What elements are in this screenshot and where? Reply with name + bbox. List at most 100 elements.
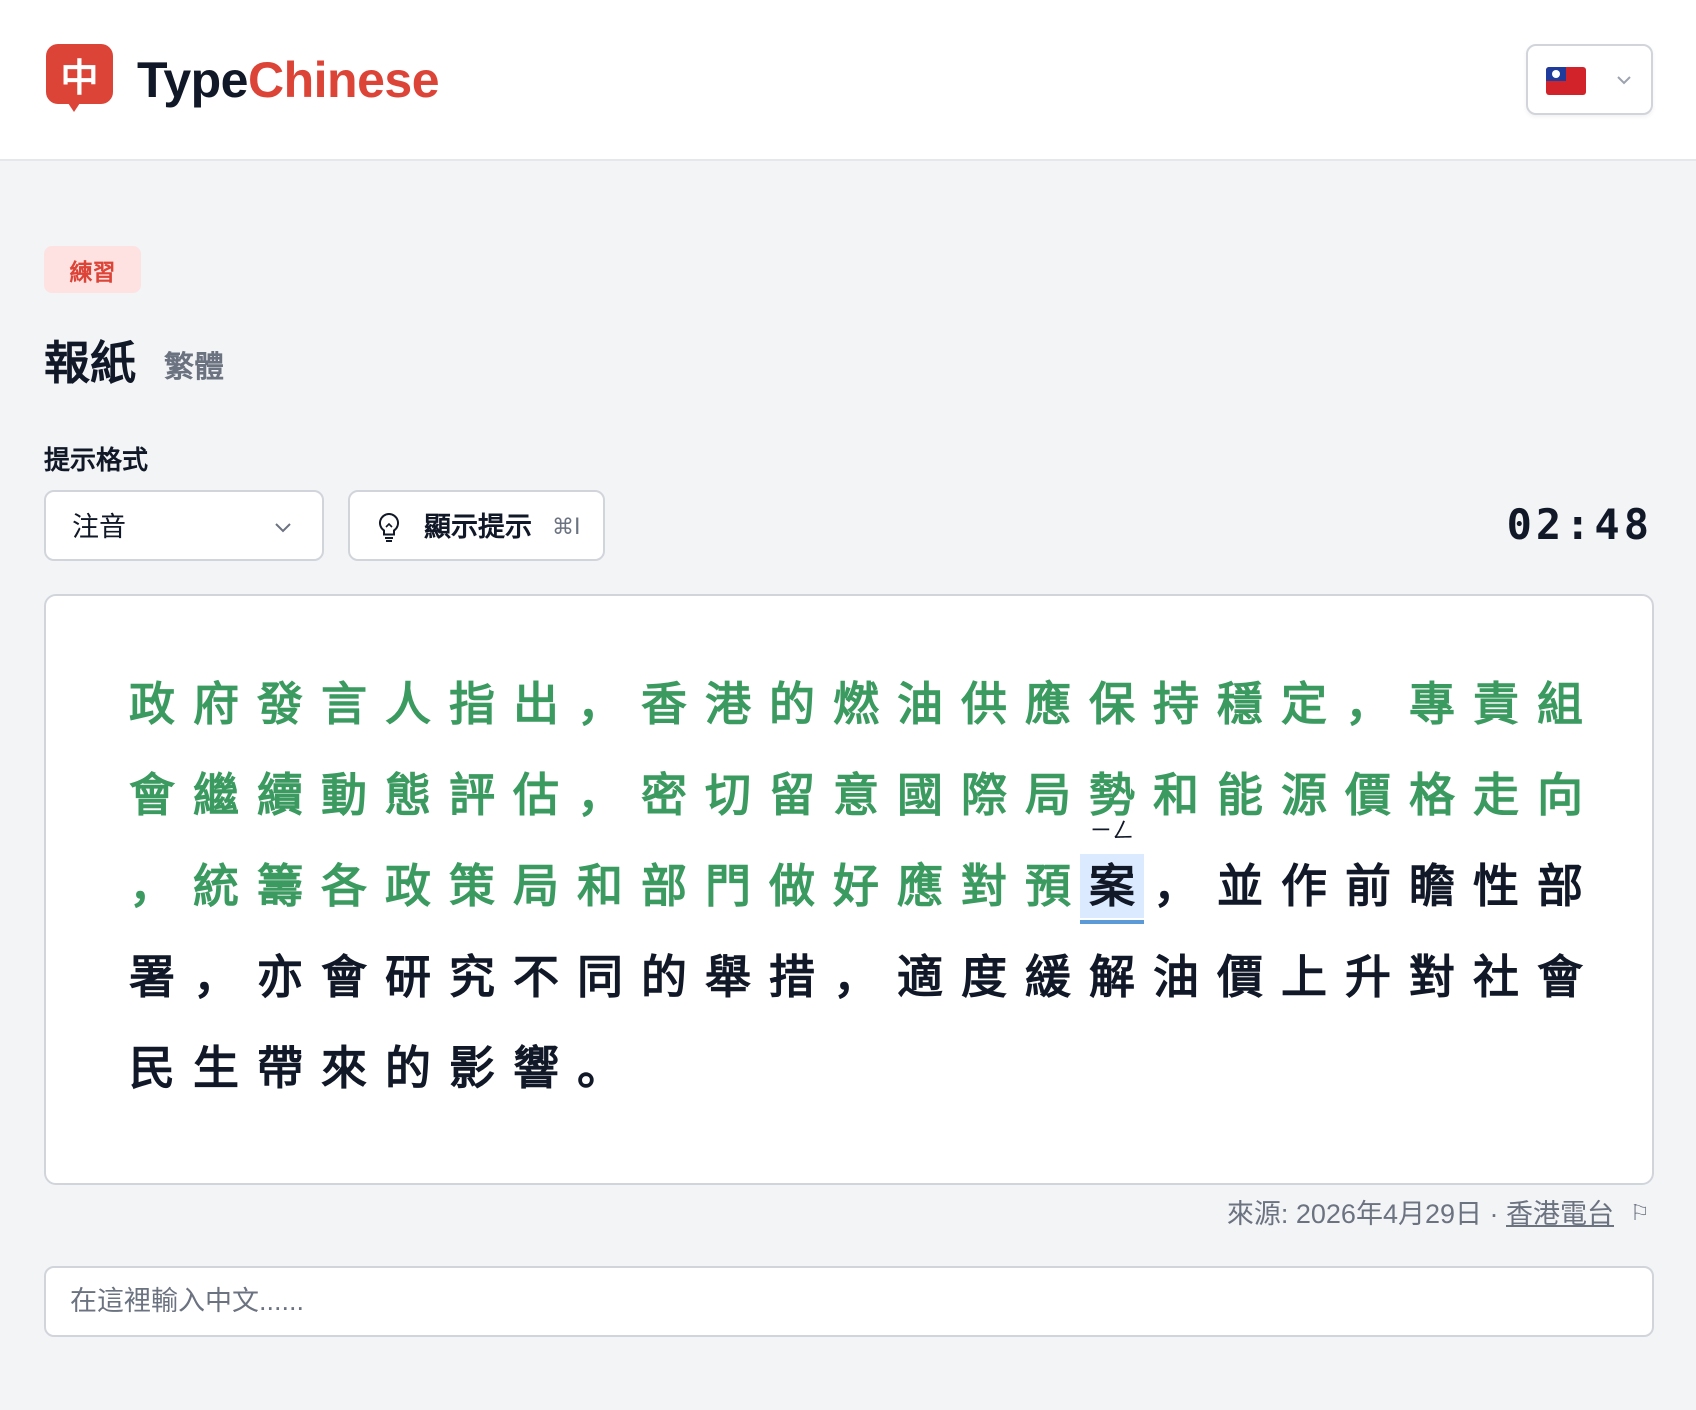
- typed-char: 意: [833, 768, 879, 822]
- pending-char: 價: [1217, 950, 1263, 1004]
- typed-char: 評: [449, 768, 495, 822]
- typed-char: 策: [449, 859, 495, 913]
- taiwan-flag-icon: [1546, 67, 1586, 95]
- typed-char: 人: [385, 677, 431, 731]
- typed-char: 油: [897, 677, 943, 731]
- typed-char: ，: [577, 677, 623, 731]
- pending-char: 升: [1345, 950, 1391, 1004]
- pending-char: 前: [1345, 859, 1391, 913]
- pending-char: 瞻: [1409, 859, 1455, 913]
- pending-char: 響: [513, 1041, 559, 1095]
- typed-char: 密: [641, 768, 687, 822]
- typed-char: 保: [1089, 677, 1135, 731]
- typed-char: 責: [1473, 677, 1519, 731]
- pending-char: 亦: [257, 950, 303, 1004]
- typed-char: 好: [833, 859, 879, 913]
- pending-char: 民: [129, 1041, 175, 1095]
- chinese-input[interactable]: [44, 1266, 1654, 1337]
- typed-char: 出: [513, 677, 559, 731]
- typed-char: 燃: [833, 677, 879, 731]
- typed-char: 切: [705, 768, 751, 822]
- typed-char: 留: [769, 768, 815, 822]
- typed-char: 續: [257, 768, 303, 822]
- show-hint-button[interactable]: 顯示提示 ⌘I: [348, 490, 605, 561]
- typed-char: 供: [961, 677, 1007, 731]
- pending-char: 的: [385, 1041, 431, 1095]
- passage-line: 民生帶來的影響。: [120, 1028, 632, 1108]
- zhuyin-hint: ㄧㄥ: [1089, 819, 1134, 844]
- logo-tail: [66, 100, 82, 112]
- typed-char: 和: [1153, 768, 1199, 822]
- language-selector[interactable]: [1526, 44, 1653, 115]
- pending-char: ，: [833, 950, 879, 1004]
- typed-char: 會: [129, 768, 175, 822]
- typed-char: 繼: [193, 768, 239, 822]
- pending-char: 上: [1281, 950, 1327, 1004]
- typed-char: 做: [769, 859, 815, 913]
- source-prefix: 來源: 2026年4月29日 ·: [1226, 1199, 1506, 1229]
- hint-format-select[interactable]: 注音: [44, 490, 324, 561]
- typed-char: 應: [1025, 677, 1071, 731]
- typed-char: 港: [705, 677, 751, 731]
- typed-char: 府: [193, 677, 239, 731]
- pending-char: 對: [1409, 950, 1455, 1004]
- typed-char: 局: [1025, 768, 1071, 822]
- pending-char: 究: [449, 950, 495, 1004]
- pending-char: 油: [1153, 950, 1199, 1004]
- pending-char: 研: [385, 950, 431, 1004]
- typed-char: 定: [1281, 677, 1327, 731]
- typed-char: 專: [1409, 677, 1455, 731]
- passage-card: 政府發言人指出，香港的燃油供應保持穩定，專責組會繼續動態評估，密切留意國際局勢和…: [44, 594, 1654, 1185]
- typed-char: 籌: [257, 859, 303, 913]
- current-char: 案ㄧㄥ: [1080, 820, 1144, 926]
- page-title: 報紙: [44, 337, 136, 389]
- passage-line: ，統籌各政策局和部門做好應對預案ㄧㄥ，並作前瞻性部: [120, 820, 1592, 926]
- pending-char: 並: [1217, 859, 1263, 913]
- pending-char: 部: [1537, 859, 1583, 913]
- hint-format-value: 注音: [72, 512, 126, 542]
- typed-char: 持: [1153, 677, 1199, 731]
- typed-char: 政: [385, 859, 431, 913]
- typed-char: 穩: [1217, 677, 1263, 731]
- pending-char: 舉: [705, 950, 751, 1004]
- pending-char: 性: [1473, 859, 1519, 913]
- pending-char: 。: [577, 1041, 623, 1095]
- pending-char: 不: [513, 950, 559, 1004]
- pending-char: 會: [1537, 950, 1583, 1004]
- typed-char: 態: [385, 768, 431, 822]
- typed-char: 統: [193, 859, 239, 913]
- typed-char: 局: [513, 859, 559, 913]
- chevron-down-icon: [275, 523, 291, 533]
- pending-char: 度: [961, 950, 1007, 1004]
- pending-char: 會: [321, 950, 367, 1004]
- typed-char: ，: [129, 859, 175, 913]
- typed-char: 部: [641, 859, 687, 913]
- typed-char: ，: [577, 768, 623, 822]
- mode-badge: 練習: [44, 246, 141, 293]
- pending-char: 署: [129, 950, 175, 1004]
- brand-name[interactable]: TypeChinese: [137, 50, 440, 110]
- typed-char: 和: [577, 859, 623, 913]
- script-label: 繁體: [164, 351, 224, 384]
- passage-line: 署，亦會研究不同的舉措，適度緩解油價上升對社會: [120, 937, 1592, 1017]
- report-flag-icon[interactable]: ⚐: [1630, 1198, 1650, 1228]
- pending-char: 適: [897, 950, 943, 1004]
- typed-char: 指: [449, 677, 495, 731]
- timer: 02:48: [1506, 500, 1653, 549]
- typed-char: 動: [321, 768, 367, 822]
- logo-icon[interactable]: 中: [46, 44, 113, 104]
- typed-char: 國: [897, 768, 943, 822]
- pending-char: 來: [321, 1041, 367, 1095]
- show-hint-shortcut: ⌘I: [552, 515, 581, 540]
- typed-char: 言: [321, 677, 367, 731]
- typed-char: 發: [257, 677, 303, 731]
- app-header: 中 TypeChinese: [0, 0, 1696, 161]
- typed-char: 應: [897, 859, 943, 913]
- typed-char: 格: [1409, 768, 1455, 822]
- pending-char: 生: [193, 1041, 239, 1095]
- typed-char: 價: [1345, 768, 1391, 822]
- typed-char: 香: [641, 677, 687, 731]
- pending-char: 緩: [1025, 950, 1071, 1004]
- source-link[interactable]: 香港電台: [1506, 1199, 1614, 1229]
- pending-char: 影: [449, 1041, 495, 1095]
